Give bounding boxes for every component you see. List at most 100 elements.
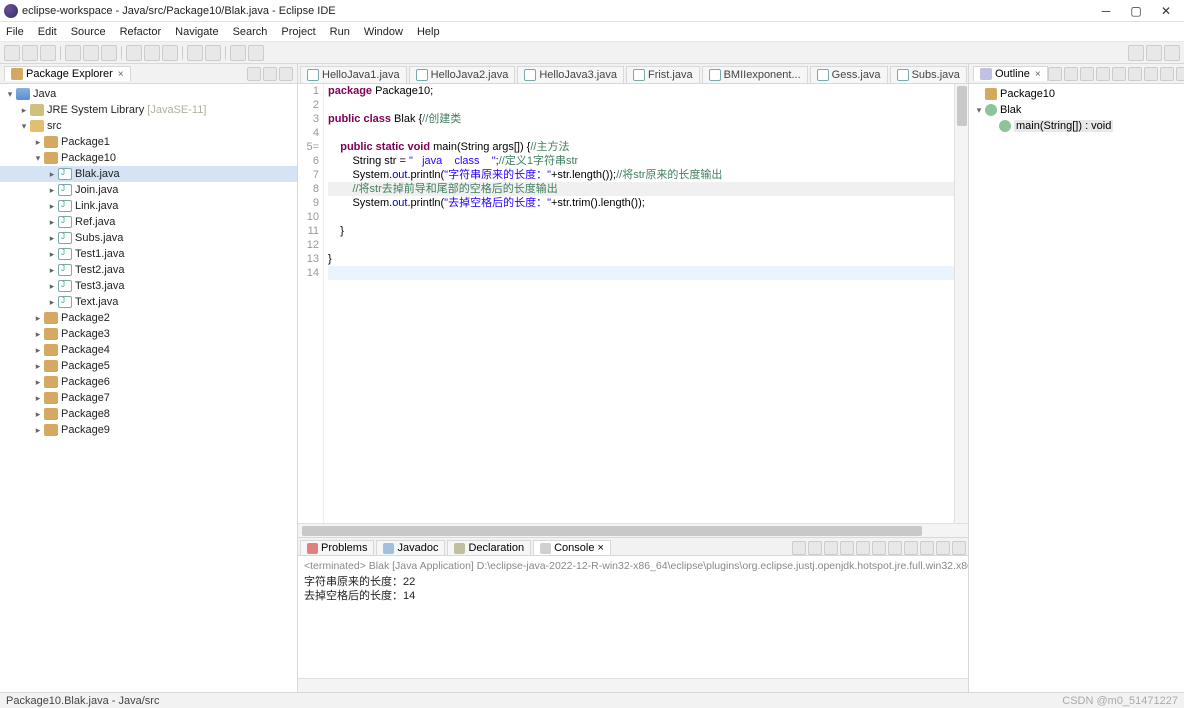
outline-hide-nonpublic-icon[interactable] [1112,67,1126,81]
toolbar-run-icon[interactable] [83,45,99,61]
project-tree[interactable]: ▾Java ▸JRE System Library [JavaSE-11] ▾s… [0,84,297,692]
outline-maximize-icon[interactable] [1176,67,1184,81]
tree-java-file[interactable]: ▸Test3.java [0,278,297,294]
console-removeall-icon[interactable] [808,541,822,555]
console-minimize-icon[interactable] [936,541,950,555]
code-area[interactable]: package Package10; public class Blak {//… [324,84,954,523]
menu-navigate[interactable]: Navigate [175,26,218,38]
tree-package[interactable]: ▸Package5 [0,358,297,374]
link-editor-icon[interactable] [263,67,277,81]
outline-tab[interactable]: Outline × [973,66,1048,81]
tree-package[interactable]: ▸Package9 [0,422,297,438]
outline-class[interactable]: ▾Blak [969,102,1184,118]
tree-package[interactable]: ▸Package4 [0,342,297,358]
menu-help[interactable]: Help [417,26,440,38]
outline-hide-static-icon[interactable] [1096,67,1110,81]
console-terminate-icon[interactable] [792,541,806,555]
tab-console[interactable]: Console× [533,540,611,555]
tree-project[interactable]: ▾Java [0,86,297,102]
editor-tab[interactable]: Gess.java [810,66,888,83]
collapse-all-icon[interactable] [247,67,261,81]
toolbar-new-icon[interactable] [4,45,20,61]
tree-java-file[interactable]: ▸Test1.java [0,246,297,262]
console-pin-icon[interactable] [888,541,902,555]
tree-src-folder[interactable]: ▾src [0,118,297,134]
toolbar-back-icon[interactable] [230,45,246,61]
outline-hide-local-icon[interactable] [1128,67,1142,81]
editor-tab[interactable]: Frist.java [626,66,700,83]
menu-project[interactable]: Project [281,26,315,38]
tree-java-file[interactable]: ▸Ref.java [0,214,297,230]
tree-package[interactable]: ▸Package3 [0,326,297,342]
toolbar-open-type-icon[interactable] [162,45,178,61]
outline-package[interactable]: Package10 [969,86,1184,102]
maximize-button[interactable]: ▢ [1130,5,1142,17]
tree-package[interactable]: ▸Package2 [0,310,297,326]
toolbar-perspective-java-icon[interactable] [1146,45,1162,61]
toolbar-perspective-switch-icon[interactable] [1164,45,1180,61]
toolbar-newpkg-icon[interactable] [126,45,142,61]
editor-tab[interactable]: HelloJava2.java [409,66,516,83]
console-remove-icon[interactable] [824,541,838,555]
outline-method[interactable]: main(String[]) : void [969,118,1184,134]
outline-viewmenu-icon[interactable] [1144,67,1158,81]
close-icon[interactable]: × [1035,69,1041,80]
toolbar-quickaccess-icon[interactable] [1128,45,1144,61]
code-editor[interactable]: 12345=67891011121314 package Package10; … [298,84,968,523]
toolbar-search-icon[interactable] [187,45,203,61]
menu-source[interactable]: Source [71,26,106,38]
outline-focus-icon[interactable] [1048,67,1062,81]
toolbar-save-icon[interactable] [22,45,38,61]
toolbar-newclass-icon[interactable] [144,45,160,61]
horizontal-scrollbar[interactable] [298,523,968,537]
tree-java-file[interactable]: ▸Link.java [0,198,297,214]
tree-java-file[interactable]: ▸Text.java [0,294,297,310]
menu-window[interactable]: Window [364,26,403,38]
menu-refactor[interactable]: Refactor [120,26,162,38]
tree-library[interactable]: ▸JRE System Library [JavaSE-11] [0,102,297,118]
menu-edit[interactable]: Edit [38,26,57,38]
outline-minimize-icon[interactable] [1160,67,1174,81]
console-scrolllock-icon[interactable] [856,541,870,555]
minimize-button[interactable]: ─ [1100,5,1112,17]
tab-declaration[interactable]: Declaration [447,540,531,555]
tree-package[interactable]: ▸Package6 [0,374,297,390]
close-icon[interactable]: × [597,542,603,554]
editor-tab[interactable]: Subs.java [890,66,967,83]
tree-package[interactable]: ▸Package7 [0,390,297,406]
outline-hide-fields-icon[interactable] [1080,67,1094,81]
console-display-icon[interactable] [904,541,918,555]
menu-run[interactable]: Run [330,26,350,38]
vertical-scrollbar[interactable] [954,84,968,523]
menu-file[interactable]: File [6,26,24,38]
console-clear-icon[interactable] [840,541,854,555]
editor-tab[interactable]: BMIIexponent... [702,66,808,83]
editor-tab[interactable]: HelloJava3.java [517,66,624,83]
tab-javadoc[interactable]: Javadoc [376,540,445,555]
outline-tree[interactable]: Package10 ▾Blak main(String[]) : void [969,84,1184,692]
tree-package[interactable]: ▸Package1 [0,134,297,150]
outline-sort-icon[interactable] [1064,67,1078,81]
close-window-button[interactable]: ✕ [1160,5,1172,17]
tab-problems[interactable]: Problems [300,540,374,555]
toolbar-forward-icon[interactable] [248,45,264,61]
console-maximize-icon[interactable] [952,541,966,555]
view-menu-icon[interactable] [279,67,293,81]
editor-tab[interactable]: HelloJava1.java [300,66,407,83]
tree-package[interactable]: ▸Package8 [0,406,297,422]
package-explorer-tab[interactable]: Package Explorer × [4,66,131,81]
console-output[interactable]: 字符串原来的长度：22 去掉空格后的长度：14 [298,575,968,678]
tree-java-file[interactable]: ▸Join.java [0,182,297,198]
close-icon[interactable]: × [118,69,124,80]
tree-java-file[interactable]: ▸Blak.java [0,166,297,182]
console-open-icon[interactable] [920,541,934,555]
toolbar-coverage-icon[interactable] [101,45,117,61]
tree-java-file[interactable]: ▸Subs.java [0,230,297,246]
tree-package-open[interactable]: ▾Package10 [0,150,297,166]
toolbar-saveall-icon[interactable] [40,45,56,61]
tree-java-file[interactable]: ▸Test2.java [0,262,297,278]
menu-search[interactable]: Search [233,26,268,38]
toolbar-annotate-icon[interactable] [205,45,221,61]
console-wordwrap-icon[interactable] [872,541,886,555]
console-horizontal-scrollbar[interactable] [298,678,968,692]
